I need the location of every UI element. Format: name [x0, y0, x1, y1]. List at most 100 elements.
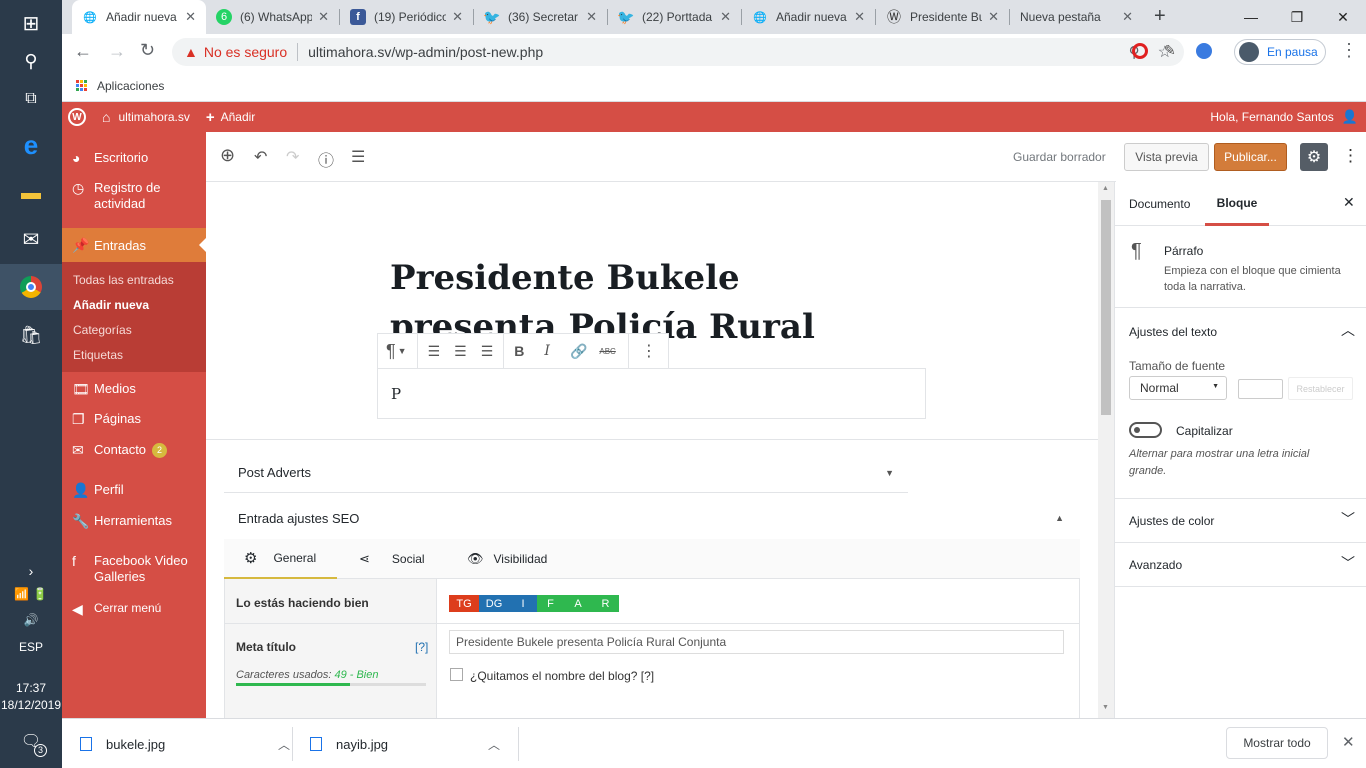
- menu-cerrar[interactable]: ◀ Cerrar menú: [62, 601, 206, 618]
- editor-scrollbar[interactable]: ▲ ▼: [1098, 182, 1114, 718]
- extension-icon[interactable]: ✎: [1164, 42, 1176, 59]
- chevron-up-icon[interactable]: ︿: [488, 736, 500, 753]
- publish-button[interactable]: Publicar...: [1214, 143, 1287, 171]
- chevron-up-icon[interactable]: ︿: [1341, 320, 1355, 340]
- edge-icon[interactable]: e: [0, 122, 62, 168]
- close-window-icon[interactable]: ✕: [1320, 0, 1366, 34]
- close-icon[interactable]: ✕: [988, 9, 999, 25]
- notifications-icon[interactable]: 🗨 3: [0, 718, 62, 764]
- undo-icon[interactable]: ↶: [254, 147, 267, 167]
- text-settings-title[interactable]: Ajustes del texto: [1129, 325, 1217, 339]
- tab-bloque[interactable]: Bloque: [1205, 182, 1269, 226]
- profile-button[interactable]: En pausa: [1234, 39, 1326, 65]
- menu-escritorio[interactable]: ◕ Escritorio: [62, 150, 206, 166]
- close-icon[interactable]: ✕: [1343, 194, 1355, 211]
- add-new-link[interactable]: Añadir: [221, 110, 256, 124]
- add-block-icon[interactable]: ⊕: [220, 145, 235, 166]
- submenu-todas[interactable]: Todas las entradas: [73, 273, 174, 287]
- strikethrough-icon[interactable]: ABC: [599, 347, 615, 356]
- more-options-icon[interactable]: ⋮: [1342, 146, 1359, 166]
- tab-porttada[interactable]: 🐦 (22) Porttada ✕: [608, 0, 741, 34]
- close-icon[interactable]: ✕: [1122, 9, 1133, 25]
- menu-herramientas[interactable]: 🔧 Herramientas: [62, 513, 206, 530]
- messenger-icon[interactable]: [1196, 43, 1212, 59]
- seo-panel-header[interactable]: Entrada ajustes SEO ▲: [224, 498, 1080, 538]
- omnibox[interactable]: ▲ No es seguro ultimahora.sv/wp-admin/po…: [172, 38, 1184, 66]
- remove-blog-name-checkbox[interactable]: [450, 668, 463, 681]
- close-icon[interactable]: ✕: [586, 9, 597, 25]
- tab-nueva-pestana[interactable]: Nueva pestaña ✕: [1010, 0, 1143, 34]
- tab-secretar[interactable]: 🐦 (36) Secretar ✕: [474, 0, 607, 34]
- chevron-down-icon[interactable]: ▼: [398, 346, 407, 356]
- forward-icon[interactable]: →: [108, 41, 126, 62]
- file-explorer-icon[interactable]: ▬: [0, 170, 62, 216]
- close-icon[interactable]: ✕: [452, 9, 463, 25]
- menu-entradas[interactable]: 📌 Entradas: [62, 228, 206, 262]
- close-icon[interactable]: ✕: [854, 9, 865, 25]
- clock[interactable]: 17:37 18/12/2019: [0, 680, 62, 714]
- chevron-up-icon[interactable]: ︿: [278, 736, 290, 753]
- wordpress-icon[interactable]: W: [68, 108, 86, 126]
- align-right-icon[interactable]: ☰: [481, 343, 494, 360]
- download-item-nayib[interactable]: nayib.jpg ︿: [310, 731, 500, 757]
- mail-icon[interactable]: ✉: [0, 216, 62, 262]
- outline-icon[interactable]: ☰: [351, 147, 365, 167]
- dropcap-toggle[interactable]: [1129, 422, 1162, 438]
- tab-anadir-nueva-2[interactable]: 🌐 Añadir nueva ✕: [742, 0, 875, 34]
- user-icon[interactable]: 👤: [1342, 109, 1358, 125]
- submenu-anadir-nueva[interactable]: Añadir nueva: [73, 298, 149, 312]
- tab-whatsapp[interactable]: 6 (6) WhatsApp ✕: [206, 0, 339, 34]
- close-icon[interactable]: ✕: [318, 9, 329, 25]
- meta-title-input[interactable]: Presidente Bukele presenta Policía Rural…: [449, 630, 1064, 654]
- post-adverts-panel[interactable]: Post Adverts ▼: [224, 453, 908, 493]
- store-icon[interactable]: 🛍: [0, 312, 62, 358]
- menu-perfil[interactable]: 👤 Perfil: [62, 482, 206, 499]
- help-link[interactable]: [?]: [415, 640, 428, 654]
- menu-paginas[interactable]: ❐ Páginas: [62, 411, 206, 428]
- task-view-icon[interactable]: ⧉: [0, 76, 62, 122]
- preview-button[interactable]: Vista previa: [1124, 143, 1209, 171]
- maximize-icon[interactable]: ❐: [1274, 0, 1320, 34]
- tab-visibilidad[interactable]: 👁 Visibilidad: [447, 539, 577, 579]
- new-tab-button[interactable]: +: [1154, 5, 1166, 28]
- paragraph-icon[interactable]: ¶: [386, 341, 396, 362]
- settings-icon[interactable]: ⚙: [1300, 143, 1328, 171]
- font-size-select[interactable]: Normal ▼: [1129, 376, 1227, 400]
- greeting[interactable]: Hola, Fernando Santos: [1210, 110, 1333, 124]
- more-options-icon[interactable]: ⋮: [641, 341, 657, 361]
- align-center-icon[interactable]: ☰: [454, 343, 467, 360]
- menu-contacto[interactable]: ✉ Contacto 2: [62, 442, 206, 459]
- paragraph-block[interactable]: P: [377, 368, 926, 419]
- chevron-up-icon[interactable]: ▲: [1055, 513, 1064, 523]
- apps-link[interactable]: Aplicaciones: [97, 79, 164, 93]
- close-icon[interactable]: ✕: [185, 9, 196, 25]
- back-icon[interactable]: ←: [74, 41, 92, 62]
- menu-facebook-video[interactable]: f Facebook Video Galleries: [62, 553, 206, 585]
- show-all-button[interactable]: Mostrar todo: [1226, 727, 1328, 759]
- chevron-down-icon[interactable]: ▼: [885, 468, 894, 478]
- submenu-etiquetas[interactable]: Etiquetas: [73, 348, 123, 362]
- chrome-icon[interactable]: [0, 264, 62, 310]
- align-left-icon[interactable]: ☰: [428, 343, 441, 360]
- redo-icon[interactable]: ↷: [286, 147, 299, 167]
- security-label[interactable]: No es seguro: [204, 44, 287, 60]
- volume-icon[interactable]: 🔊: [0, 600, 62, 640]
- close-icon[interactable]: ✕: [720, 9, 731, 25]
- close-icon[interactable]: ✕: [1342, 733, 1355, 751]
- custom-font-size-input[interactable]: [1238, 379, 1283, 399]
- advanced-panel[interactable]: Avanzado ﹀: [1115, 543, 1366, 587]
- menu-registro[interactable]: ◷ Registro de actividad: [62, 180, 206, 212]
- color-settings-panel[interactable]: Ajustes de color ﹀: [1115, 499, 1366, 543]
- adblock-icon[interactable]: [1132, 43, 1148, 59]
- menu-icon[interactable]: ⋮: [1340, 40, 1358, 61]
- post-title[interactable]: Presidente Bukele presenta Policía Rural…: [390, 254, 910, 342]
- bold-icon[interactable]: B: [514, 343, 524, 359]
- reload-icon[interactable]: ↻: [140, 40, 155, 61]
- menu-medios[interactable]: 🎞 Medios: [62, 381, 206, 398]
- url-text[interactable]: ultimahora.sv/wp-admin/post-new.php: [308, 44, 543, 60]
- tab-general[interactable]: ⚙ General: [224, 539, 337, 579]
- minimize-icon[interactable]: —: [1228, 0, 1274, 34]
- site-link[interactable]: ultimahora.sv: [118, 110, 189, 124]
- tab-periodico[interactable]: f (19) Periódico ✕: [340, 0, 473, 34]
- link-icon[interactable]: 🔗: [570, 343, 587, 360]
